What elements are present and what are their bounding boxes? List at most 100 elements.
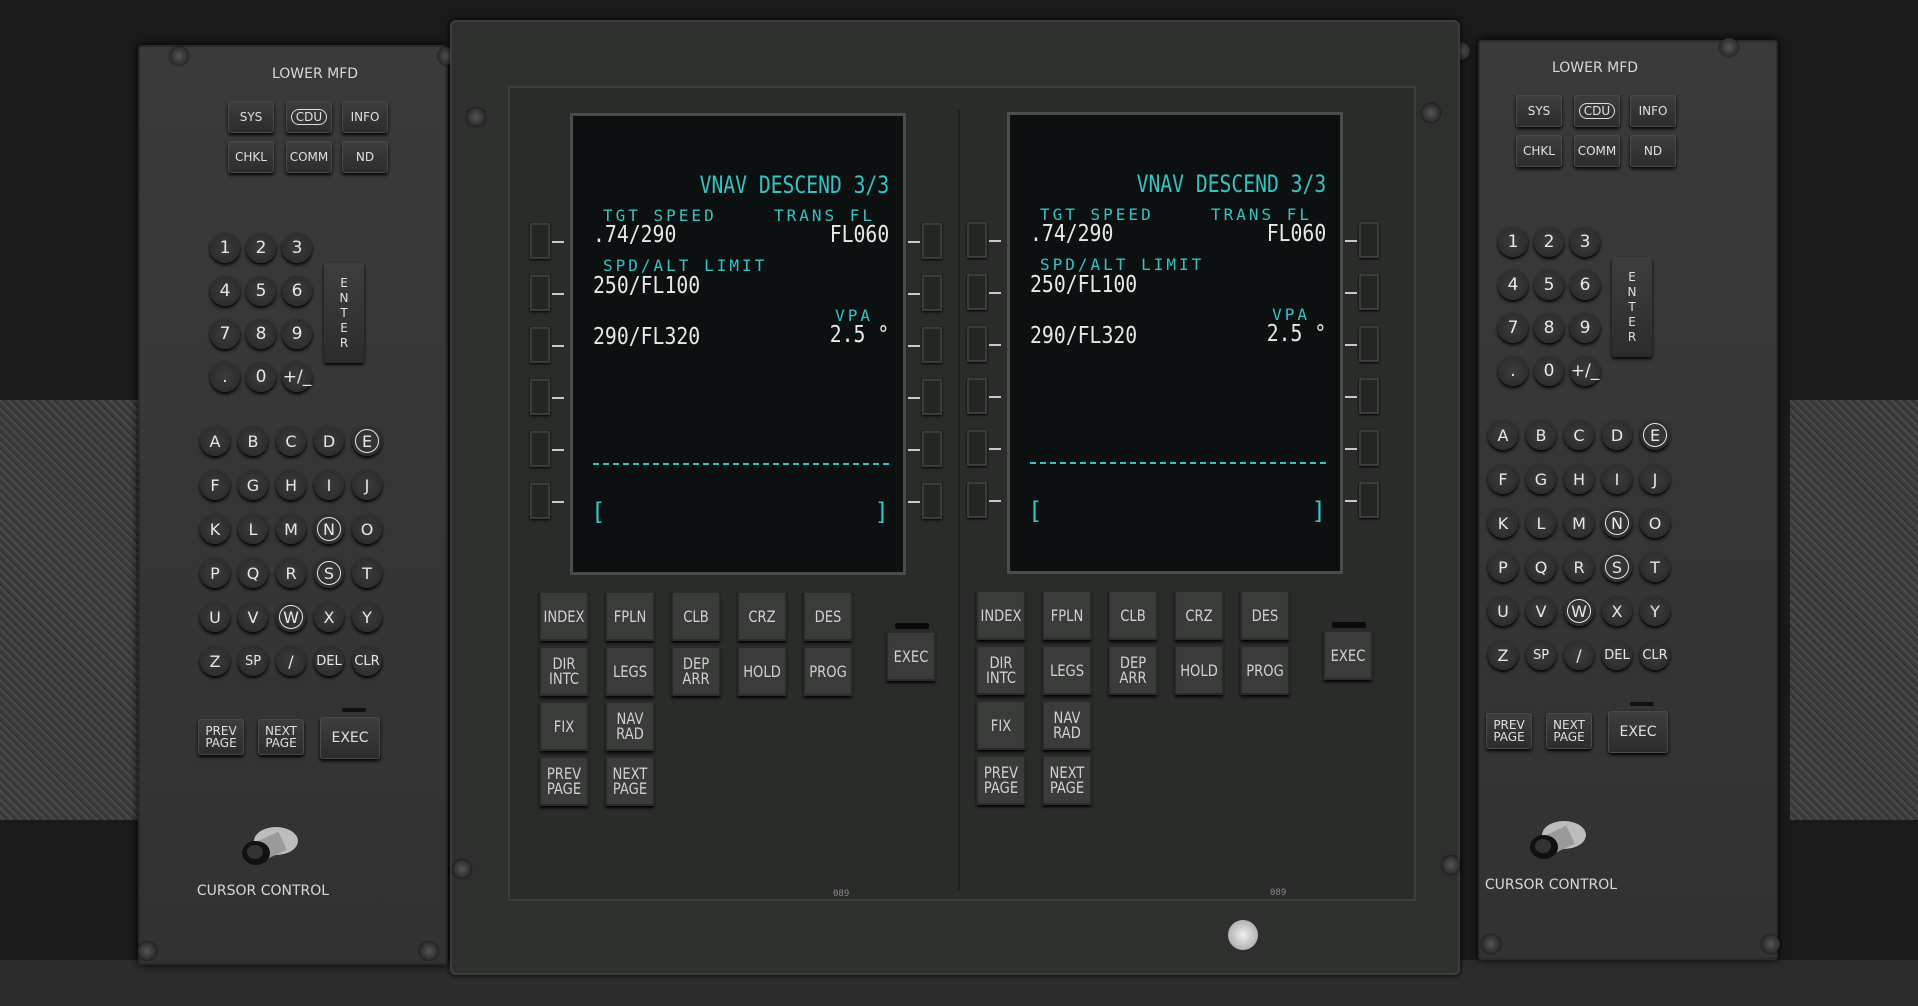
cdu-key-fpln[interactable]: FPLN (1042, 590, 1092, 640)
line-select-key-right-5[interactable] (922, 431, 942, 467)
cdu-key-exec[interactable]: EXEC (886, 631, 936, 681)
numpad-key[interactable]: 4 (1498, 270, 1528, 300)
letter-key-clr[interactable]: CLR (1640, 640, 1670, 670)
numpad-key[interactable]: 9 (282, 319, 312, 349)
numpad-key[interactable]: 1 (210, 233, 240, 263)
letter-key-slash[interactable]: / (276, 646, 306, 676)
numpad-key[interactable]: 1 (1498, 227, 1528, 257)
letter-key-del[interactable]: DEL (1602, 640, 1632, 670)
letter-key-t[interactable]: T (1640, 552, 1670, 582)
letter-key-clr[interactable]: CLR (352, 646, 382, 676)
letter-key-q[interactable]: Q (238, 558, 268, 588)
letter-key-b[interactable]: B (238, 426, 268, 456)
cdu-key-nav-rad[interactable]: NAV RAD (1042, 700, 1092, 750)
letter-key-sp[interactable]: SP (238, 646, 268, 676)
line-select-key-right-6[interactable] (1359, 482, 1379, 518)
cdu-key-fix[interactable]: FIX (976, 700, 1026, 750)
numpad-key[interactable]: 9 (1570, 313, 1600, 343)
letter-key-n[interactable]: N (1602, 508, 1632, 538)
cursor-control-knob[interactable] (1522, 817, 1592, 863)
cdu-key-crz[interactable]: CRZ (737, 591, 787, 641)
line-select-key-right-2[interactable] (1359, 274, 1379, 310)
letter-key-d[interactable]: D (314, 426, 344, 456)
line-select-key-right-1[interactable] (922, 223, 942, 259)
cdu-key-prog[interactable]: PROG (1240, 645, 1290, 695)
letter-key-y[interactable]: Y (352, 602, 382, 632)
line-select-key-right-3[interactable] (922, 327, 942, 363)
letter-key-sp[interactable]: SP (1526, 640, 1556, 670)
letter-key-i[interactable]: I (314, 470, 344, 500)
cdu-key-exec[interactable]: EXEC (1323, 630, 1373, 680)
letter-key-u[interactable]: U (200, 602, 230, 632)
numpad-key[interactable]: 0 (246, 362, 276, 392)
line-select-key-right-4[interactable] (922, 379, 942, 415)
letter-key-k[interactable]: K (1488, 508, 1518, 538)
mode-button-nd[interactable]: ND (342, 141, 388, 173)
letter-key-u[interactable]: U (1488, 596, 1518, 626)
mode-button-comm[interactable]: COMM (286, 141, 332, 173)
letter-key-c[interactable]: C (276, 426, 306, 456)
line-select-key-right-2[interactable] (922, 275, 942, 311)
letter-key-e[interactable]: E (1640, 420, 1670, 450)
letter-key-i[interactable]: I (1602, 464, 1632, 494)
exec-button[interactable]: EXEC (1608, 711, 1668, 753)
line-select-key-left-6[interactable] (967, 482, 987, 518)
numpad-key[interactable]: 3 (1570, 227, 1600, 257)
letter-key-k[interactable]: K (200, 514, 230, 544)
letter-key-f[interactable]: F (1488, 464, 1518, 494)
letter-key-p[interactable]: P (200, 558, 230, 588)
cdu-key-fpln[interactable]: FPLN (605, 591, 655, 641)
next-page-button[interactable]: NEXT PAGE (258, 719, 304, 755)
letter-key-f[interactable]: F (200, 470, 230, 500)
numpad-key[interactable]: 2 (1534, 227, 1564, 257)
cdu-key-dep-arr[interactable]: DEP ARR (671, 646, 721, 696)
line-select-key-right-3[interactable] (1359, 326, 1379, 362)
cdu-key-clb[interactable]: CLB (1108, 590, 1158, 640)
cdu-key-legs[interactable]: LEGS (1042, 645, 1092, 695)
numpad-key[interactable]: 5 (246, 276, 276, 306)
mode-button-sys[interactable]: SYS (228, 101, 274, 133)
numpad-key[interactable]: 8 (1534, 313, 1564, 343)
letter-key-b[interactable]: B (1526, 420, 1556, 450)
letter-key-s[interactable]: S (1602, 552, 1632, 582)
numpad-key[interactable]: . (1498, 356, 1528, 386)
cdu-key-fix[interactable]: FIX (539, 701, 589, 751)
next-page-button[interactable]: NEXT PAGE (1546, 713, 1592, 749)
letter-key-v[interactable]: V (1526, 596, 1556, 626)
cdu-key-prog[interactable]: PROG (803, 646, 853, 696)
cdu-key-prev-page[interactable]: PREV PAGE (539, 756, 589, 806)
mode-button-cdu[interactable]: CDU (1574, 95, 1620, 127)
cdu-key-dir-intc[interactable]: DIR INTC (539, 646, 589, 696)
mode-button-info[interactable]: INFO (342, 101, 388, 133)
cdu-key-crz[interactable]: CRZ (1174, 590, 1224, 640)
enter-key[interactable]: ENTER (324, 263, 364, 363)
cdu-key-dir-intc[interactable]: DIR INTC (976, 645, 1026, 695)
mode-button-cdu[interactable]: CDU (286, 101, 332, 133)
cdu-key-dep-arr[interactable]: DEP ARR (1108, 645, 1158, 695)
line-select-key-left-4[interactable] (967, 378, 987, 414)
letter-key-z[interactable]: Z (1488, 640, 1518, 670)
numpad-key[interactable]: 6 (282, 276, 312, 306)
letter-key-w[interactable]: W (276, 602, 306, 632)
letter-key-l[interactable]: L (238, 514, 268, 544)
letter-key-o[interactable]: O (352, 514, 382, 544)
letter-key-h[interactable]: H (1564, 464, 1594, 494)
numpad-key[interactable]: 0 (1534, 356, 1564, 386)
numpad-key[interactable]: +/_ (1570, 356, 1600, 386)
numpad-key[interactable]: . (210, 362, 240, 392)
line-select-key-left-2[interactable] (967, 274, 987, 310)
letter-key-del[interactable]: DEL (314, 646, 344, 676)
cdu-key-prev-page[interactable]: PREV PAGE (976, 755, 1026, 805)
line-select-key-left-4[interactable] (530, 379, 550, 415)
mode-button-chkl[interactable]: CHKL (1516, 135, 1562, 167)
numpad-key[interactable]: +/_ (282, 362, 312, 392)
letter-key-t[interactable]: T (352, 558, 382, 588)
cdu-key-des[interactable]: DES (1240, 590, 1290, 640)
numpad-key[interactable]: 7 (210, 319, 240, 349)
line-select-key-right-6[interactable] (922, 483, 942, 519)
exec-button[interactable]: EXEC (320, 717, 380, 759)
line-select-key-right-1[interactable] (1359, 222, 1379, 258)
line-select-key-left-3[interactable] (967, 326, 987, 362)
letter-key-j[interactable]: J (352, 470, 382, 500)
mode-button-sys[interactable]: SYS (1516, 95, 1562, 127)
